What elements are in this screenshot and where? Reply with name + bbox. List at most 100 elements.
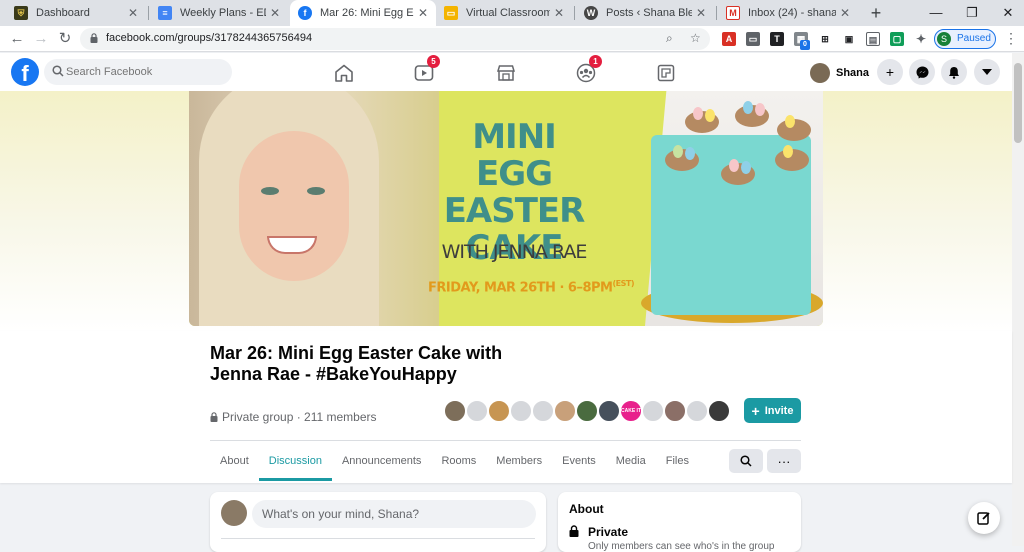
avatar[interactable] (509, 399, 533, 423)
group-search-button[interactable] (729, 449, 763, 473)
post-composer: What's on your mind, Shana? (210, 492, 546, 552)
close-icon[interactable]: ✕ (696, 6, 706, 20)
mini-egg (783, 145, 793, 158)
browser-tab-wordpress[interactable]: W Posts ‹ Shana Blenkin — ✕ (576, 0, 714, 26)
browser-tab-title: Inbox (24) - shana.blenk (748, 7, 836, 19)
tab-discussion[interactable]: Discussion (258, 441, 333, 481)
zoom-icon[interactable]: ⌕ (666, 31, 673, 46)
avatar[interactable] (663, 399, 687, 423)
close-icon[interactable]: ✕ (840, 6, 850, 20)
tab-divider (574, 6, 575, 20)
facebook-logo-icon[interactable]: f (11, 58, 39, 86)
close-icon[interactable]: ✕ (554, 6, 564, 20)
tab-media[interactable]: Media (606, 441, 656, 481)
more-options-button[interactable]: ··· (767, 449, 801, 473)
nav-marketplace[interactable] (486, 59, 526, 87)
avatar[interactable] (597, 399, 621, 423)
notifications-button[interactable] (941, 59, 967, 85)
browser-tab-gmail[interactable]: M Inbox (24) - shana.blenk ✕ (718, 0, 858, 26)
messenger-button[interactable] (909, 59, 935, 85)
search-input[interactable] (66, 59, 226, 85)
scrollbar-thumb[interactable] (1014, 63, 1022, 143)
search-box[interactable] (44, 59, 232, 85)
search-icon (740, 455, 752, 467)
facebook-top-nav: f 5 1 Shana + (0, 53, 1012, 91)
home-icon (335, 64, 353, 82)
window-close-icon[interactable]: ✕ (986, 0, 1024, 26)
mini-egg (755, 103, 765, 116)
gaming-icon (657, 64, 675, 82)
puzzle-icon[interactable]: ✦ (914, 32, 928, 46)
avatar[interactable]: CAKE IT (619, 399, 643, 423)
tab-divider (716, 6, 717, 20)
close-icon[interactable]: ✕ (128, 6, 138, 20)
tab-members[interactable]: Members (486, 441, 552, 481)
avatar (810, 63, 830, 83)
tab-about[interactable]: About (210, 441, 259, 481)
cover-eye (261, 187, 279, 195)
chrome-menu-icon[interactable]: ⋮ (1004, 30, 1018, 47)
avatar[interactable] (553, 399, 577, 423)
reload-icon[interactable]: ↻ (56, 30, 74, 48)
nav-watch[interactable]: 5 (404, 55, 444, 87)
invite-button[interactable]: + Invite (744, 398, 801, 423)
browser-tab-virtual-classroom[interactable]: ▭ Virtual Classroom ECE - ✕ (436, 0, 572, 26)
browser-tab-dashboard[interactable]: ⛨ Dashboard ✕ (6, 0, 146, 26)
group-cover-photo[interactable]: MINI EGG EASTER CAKE WITH JENNA RAE FRID… (189, 91, 823, 326)
back-icon[interactable]: ← (8, 30, 26, 48)
profile-sync-button[interactable]: S Paused (934, 29, 996, 49)
create-button[interactable]: + (877, 59, 903, 85)
page-scrollbar[interactable] (1012, 53, 1024, 546)
profile-link[interactable]: Shana (810, 60, 869, 86)
address-bar[interactable]: facebook.com/groups/3178244365756494 ⌕ ☆ (80, 28, 710, 50)
new-tab-button[interactable]: + (866, 3, 886, 23)
avatar[interactable] (487, 399, 511, 423)
url-text: facebook.com/groups/3178244365756494 (106, 32, 313, 44)
marketplace-icon (496, 65, 516, 81)
extension-badge: 0 (800, 40, 810, 50)
avatar[interactable] (641, 399, 665, 423)
notes-icon[interactable]: ▤ (866, 32, 880, 46)
mini-egg (673, 145, 683, 158)
plus-icon: + (751, 402, 760, 419)
acrobat-icon[interactable]: A (722, 32, 736, 46)
about-card: About Private Only members can see who's… (558, 492, 801, 552)
composer-divider (221, 538, 535, 539)
close-icon[interactable]: ✕ (270, 6, 280, 20)
avatar[interactable] (443, 399, 467, 423)
avatar: S (937, 32, 951, 46)
tab-announcements[interactable]: Announcements (332, 441, 432, 481)
account-menu-button[interactable] (974, 59, 1000, 85)
tab-events[interactable]: Events (552, 441, 606, 481)
bookmark-star-icon[interactable]: ☆ (690, 31, 701, 45)
member-avatars[interactable]: CAKE IT (443, 399, 731, 423)
classroom-icon[interactable]: ▢ (890, 32, 904, 46)
group-member-count[interactable]: 211 members (304, 410, 376, 424)
close-icon[interactable]: ✕ (418, 6, 428, 20)
meta-separator: · (293, 410, 305, 424)
nav-groups[interactable]: 1 (566, 55, 606, 87)
browser-tab-weekly-plans[interactable]: ≡ Weekly Plans - EDTC30 ✕ (150, 0, 288, 26)
nav-home[interactable] (324, 59, 364, 87)
mini-egg (705, 109, 715, 122)
forward-icon[interactable]: → (32, 30, 50, 48)
new-message-button[interactable] (968, 502, 1000, 534)
avatar[interactable] (707, 399, 731, 423)
avatar[interactable] (221, 500, 247, 526)
tab-files[interactable]: Files (656, 441, 699, 481)
composer-input[interactable]: What's on your mind, Shana? (252, 500, 536, 528)
browser-tab-strip: ⛨ Dashboard ✕ ≡ Weekly Plans - EDTC30 ✕ … (0, 0, 1024, 26)
browser-tab-group[interactable]: f Mar 26: Mini Egg Easte ✕ (290, 0, 436, 26)
tab-rooms[interactable]: Rooms (431, 441, 486, 481)
avatar[interactable] (531, 399, 555, 423)
qr-icon[interactable]: ▣ (842, 32, 856, 46)
screencast-icon[interactable]: ▭ (746, 32, 760, 46)
avatar[interactable] (685, 399, 709, 423)
avatar[interactable] (575, 399, 599, 423)
keyboard-icon[interactable]: T (770, 32, 784, 46)
nav-gaming[interactable] (646, 59, 686, 87)
profile-name: Shana (836, 67, 870, 79)
grid-extension-icon[interactable]: ⊞ (818, 32, 832, 46)
avatar[interactable] (465, 399, 489, 423)
compose-icon (977, 512, 990, 525)
